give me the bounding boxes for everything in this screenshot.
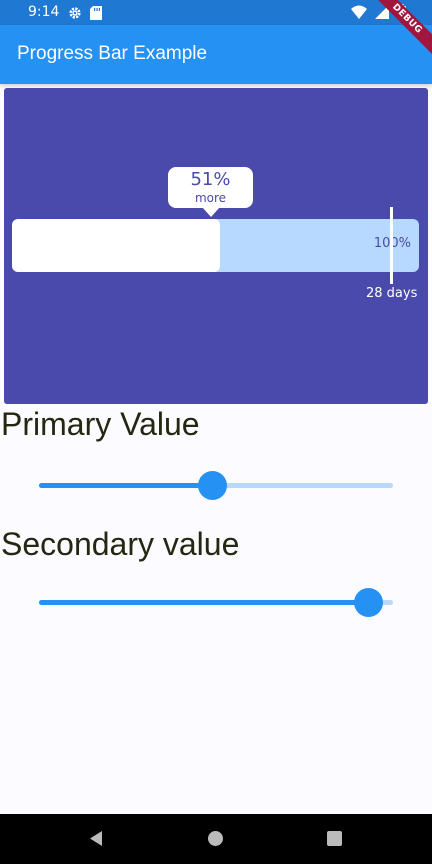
progress-tooltip: 51% more [168,167,253,217]
navigation-bar [0,814,432,864]
progress-percent-label: 51% [190,169,231,190]
secondary-slider-thumb[interactable] [354,588,384,617]
wifi-icon [351,4,367,23]
primary-value-slider[interactable] [39,470,393,502]
goal-marker [390,207,393,284]
status-left-icons [68,5,102,24]
secondary-slider-active-track [39,600,369,605]
recent-apps-icon[interactable] [327,831,342,846]
primary-slider-thumb[interactable] [198,471,228,500]
app-bar: Progress Bar Example [0,25,432,84]
status-time: 9:14 [28,4,60,20]
progress-panel: 51% more 100% 28 days [4,88,428,404]
sd-card-icon [90,5,102,24]
back-icon[interactable] [88,830,104,851]
days-label: 28 days [366,286,418,301]
secondary-value-slider[interactable] [39,587,393,619]
home-icon[interactable] [208,831,223,846]
primary-value-title: Primary Value [1,406,200,442]
app-title: Progress Bar Example [17,43,208,64]
gear-icon [68,5,82,24]
status-bar: 9:14 [0,0,432,25]
secondary-value-title: Secondary value [1,526,240,562]
progress-bar-track: 100% [12,219,419,272]
primary-slider-active-track [39,483,213,488]
progress-more-label: more [194,191,227,205]
progress-bar-fill [12,219,220,272]
